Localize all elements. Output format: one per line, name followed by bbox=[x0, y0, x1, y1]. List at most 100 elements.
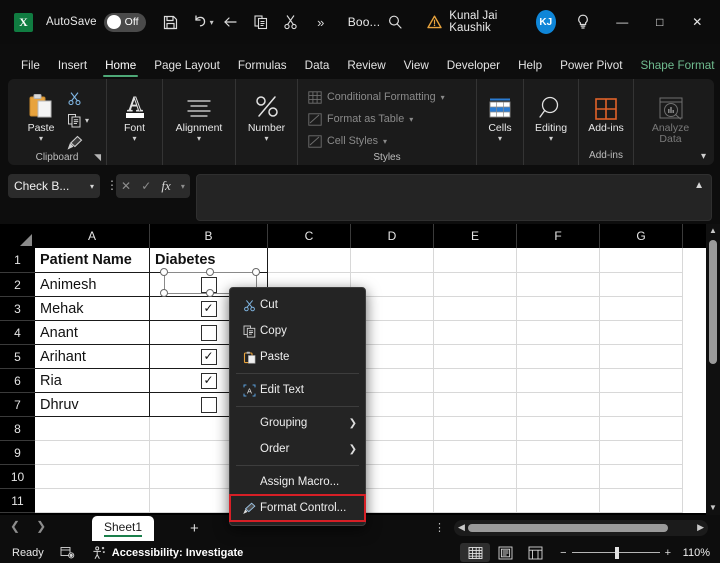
warning-triangle-icon[interactable] bbox=[427, 15, 442, 29]
tab-insert[interactable]: Insert bbox=[49, 56, 96, 76]
checkbox-row-7[interactable] bbox=[201, 397, 217, 413]
checkbox-row-4[interactable] bbox=[201, 325, 217, 341]
paste-button[interactable]: Paste ▾ bbox=[15, 84, 67, 142]
tab-help[interactable]: Help bbox=[509, 56, 551, 76]
lightbulb-icon[interactable] bbox=[570, 8, 596, 36]
column-header-f[interactable]: F bbox=[517, 224, 600, 248]
close-button[interactable]: ✕ bbox=[679, 7, 716, 37]
cell-a7[interactable]: Dhruv bbox=[35, 393, 150, 417]
copy-dropdown-icon[interactable]: ▾ bbox=[85, 116, 89, 125]
context-menu-item-assign-macro[interactable]: Assign Macro... bbox=[230, 469, 365, 495]
formula-input[interactable]: ▲ bbox=[196, 174, 712, 221]
cell-g9[interactable] bbox=[600, 441, 683, 465]
cell-g6[interactable] bbox=[600, 369, 683, 393]
tab-power-pivot[interactable]: Power Pivot bbox=[551, 56, 631, 76]
tab-shape-format[interactable]: Shape Format bbox=[631, 56, 720, 76]
scroll-down-icon[interactable]: ▼ bbox=[706, 501, 720, 515]
zoom-in-button[interactable]: + bbox=[665, 547, 671, 559]
tab-data[interactable]: Data bbox=[296, 56, 339, 76]
zoom-out-button[interactable]: − bbox=[560, 547, 566, 559]
cell-a10[interactable] bbox=[35, 465, 150, 489]
chevron-left-icon[interactable]: ❮ bbox=[10, 519, 20, 533]
ribbon-group-alignment[interactable]: Alignment ▾ bbox=[162, 79, 235, 165]
cell-styles-dropdown-icon[interactable]: ▾ bbox=[383, 137, 387, 146]
horizontal-scroll-thumb[interactable] bbox=[468, 524, 668, 532]
checkbox-row-5[interactable]: ✓ bbox=[201, 349, 217, 365]
document-name[interactable]: Boo... bbox=[348, 15, 381, 29]
cell-e11[interactable] bbox=[434, 489, 517, 513]
zoom-slider[interactable] bbox=[572, 547, 660, 559]
ribbon-collapse-icon[interactable]: ▾ bbox=[701, 151, 706, 162]
cell-e3[interactable] bbox=[434, 297, 517, 321]
cell-f10[interactable] bbox=[517, 465, 600, 489]
ribbon-group-editing[interactable]: Editing ▾ bbox=[523, 79, 578, 165]
scroll-up-icon[interactable]: ▲ bbox=[706, 224, 720, 238]
zoom-level[interactable]: 110% bbox=[676, 547, 710, 559]
enter-icon[interactable]: ✓ bbox=[141, 179, 151, 193]
cell-e7[interactable] bbox=[434, 393, 517, 417]
cell-f9[interactable] bbox=[517, 441, 600, 465]
name-box-dropdown-icon[interactable]: ▾ bbox=[90, 182, 94, 191]
cell-g2[interactable] bbox=[600, 273, 683, 297]
cell-g10[interactable] bbox=[600, 465, 683, 489]
row-header-8[interactable]: 8 bbox=[0, 417, 35, 441]
cell-e8[interactable] bbox=[434, 417, 517, 441]
row-header-11[interactable]: 11 bbox=[0, 489, 35, 513]
cell-d1[interactable] bbox=[351, 248, 434, 273]
context-menu-item-copy[interactable]: Copy bbox=[230, 318, 365, 344]
cut-button[interactable] bbox=[67, 89, 89, 108]
number-button[interactable]: Number ▾ bbox=[243, 84, 290, 142]
context-menu-item-edit-text[interactable]: A Edit Text bbox=[230, 377, 365, 403]
column-header-a[interactable]: A bbox=[35, 224, 150, 248]
cell-f11[interactable] bbox=[517, 489, 600, 513]
column-header-g[interactable]: G bbox=[600, 224, 683, 248]
cell-f2[interactable] bbox=[517, 273, 600, 297]
alignment-button[interactable]: Alignment ▾ bbox=[170, 84, 228, 142]
cell-g11[interactable] bbox=[600, 489, 683, 513]
column-header-d[interactable]: D bbox=[351, 224, 434, 248]
row-header-5[interactable]: 5 bbox=[0, 345, 35, 369]
cell-styles-button[interactable]: Cell Styles ▾ bbox=[308, 130, 387, 152]
addins-button[interactable]: Add-ins bbox=[586, 84, 626, 134]
cell-f8[interactable] bbox=[517, 417, 600, 441]
search-icon[interactable] bbox=[380, 8, 409, 36]
cell-e9[interactable] bbox=[434, 441, 517, 465]
row-header-9[interactable]: 9 bbox=[0, 441, 35, 465]
undo-dropdown-icon[interactable]: ▾ bbox=[210, 18, 214, 27]
analyze-data-button[interactable]: Analyze Data bbox=[641, 84, 700, 145]
column-header-c[interactable]: C bbox=[268, 224, 351, 248]
number-dropdown-icon[interactable]: ▾ bbox=[264, 135, 268, 142]
tab-developer[interactable]: Developer bbox=[438, 56, 509, 76]
cell-e2[interactable] bbox=[434, 273, 517, 297]
checkbox-row-3[interactable]: ✓ bbox=[201, 301, 217, 317]
maximize-button[interactable]: □ bbox=[641, 7, 678, 37]
add-sheet-button[interactable]: + bbox=[190, 520, 199, 537]
ribbon-group-cells[interactable]: Cells ▾ bbox=[476, 79, 523, 165]
cell-e6[interactable] bbox=[434, 369, 517, 393]
accessibility-text[interactable]: Accessibility: Investigate bbox=[112, 547, 243, 559]
cell-a11[interactable] bbox=[35, 489, 150, 513]
cell-a6[interactable]: Ria bbox=[35, 369, 150, 393]
context-menu-item-cut[interactable]: Cut bbox=[230, 292, 365, 318]
avatar[interactable]: KJ bbox=[536, 10, 556, 34]
ribbon-group-number[interactable]: Number ▾ bbox=[235, 79, 297, 165]
cell-a9[interactable] bbox=[35, 441, 150, 465]
cells-dropdown-icon[interactable]: ▾ bbox=[498, 135, 502, 142]
cell-a3[interactable]: Mehak bbox=[35, 297, 150, 321]
insert-function-icon[interactable]: fx bbox=[161, 178, 170, 194]
cell-a5[interactable]: Arihant bbox=[35, 345, 150, 369]
cell-f7[interactable] bbox=[517, 393, 600, 417]
tab-view[interactable]: View bbox=[395, 56, 438, 76]
cell-f1[interactable] bbox=[517, 248, 600, 273]
accessibility-icon[interactable] bbox=[91, 546, 106, 560]
alignment-dropdown-icon[interactable]: ▾ bbox=[197, 135, 201, 142]
horizontal-scrollbar[interactable]: ◀ ▶ bbox=[454, 520, 708, 536]
scroll-overflow-icon[interactable]: ⋮ bbox=[434, 521, 445, 534]
tab-review[interactable]: Review bbox=[338, 56, 394, 76]
sheet-tab-sheet1[interactable]: Sheet1 bbox=[92, 516, 154, 541]
scroll-left-icon[interactable]: ◀ bbox=[458, 522, 465, 533]
paste-dropdown-icon[interactable]: ▾ bbox=[39, 135, 43, 142]
editing-dropdown-icon[interactable]: ▾ bbox=[549, 135, 553, 142]
tab-home[interactable]: Home bbox=[96, 56, 145, 76]
cell-f5[interactable] bbox=[517, 345, 600, 369]
